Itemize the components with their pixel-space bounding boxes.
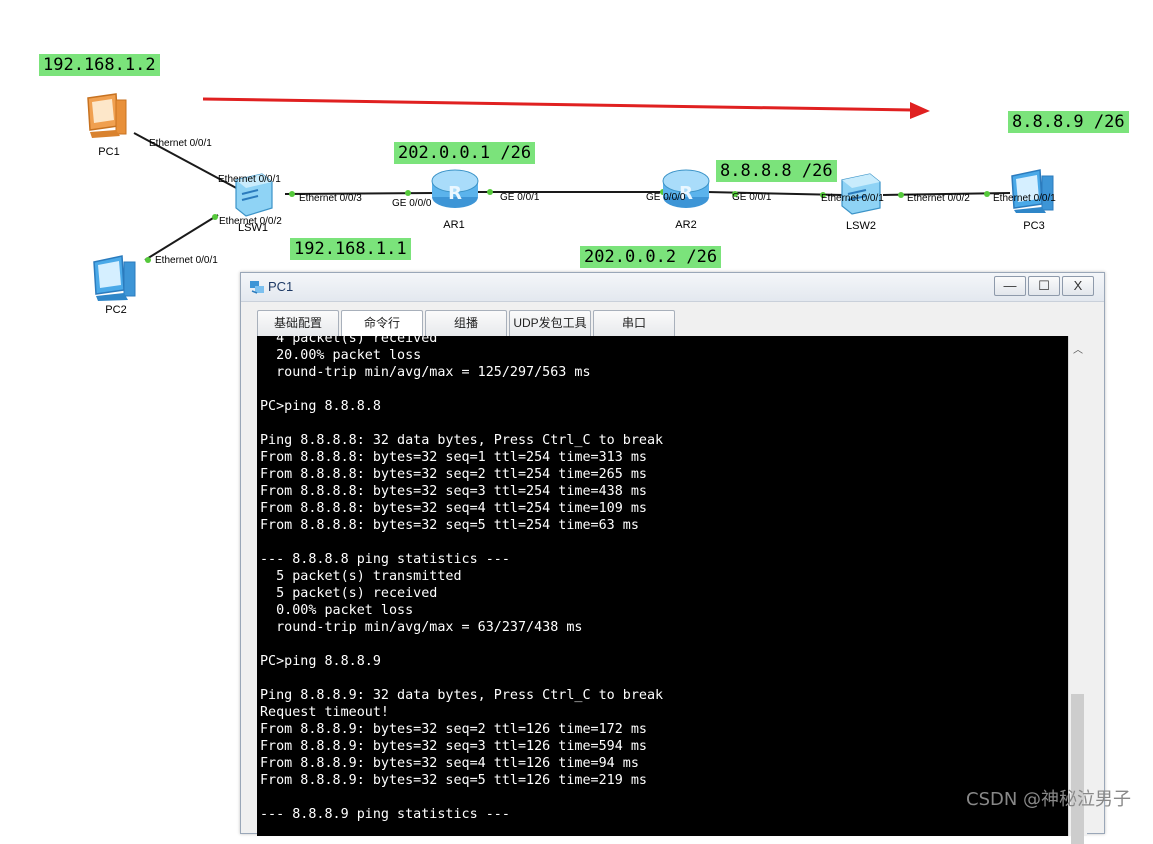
link-dot (212, 214, 218, 220)
link-dot (289, 191, 295, 197)
pc1-label: PC1 (98, 146, 120, 158)
tab-command-line[interactable]: 命令行 (341, 310, 423, 336)
command-console[interactable]: 4 packet(s) received 20.00% packet loss … (257, 336, 1068, 836)
ip-label-pc3: 8.8.8.9 /26 (1008, 111, 1129, 133)
port-label: Ethernet 0/0/1 (993, 193, 1056, 204)
port-label: GE 0/0/0 (646, 192, 686, 203)
router-icon: R (431, 169, 479, 208)
ar1-label: AR1 (443, 219, 465, 231)
window-title: PC1 (268, 279, 294, 294)
pc-icon (93, 255, 136, 301)
watermark: CSDN @神秘泣男子 (966, 789, 1132, 810)
port-label: Ethernet 0/0/2 (219, 216, 282, 227)
port-label: Ethernet 0/0/3 (299, 193, 362, 204)
console-scrollbar[interactable]: ︿ (1068, 336, 1087, 844)
ip-label-ar2-right: 8.8.8.8 /26 (716, 160, 837, 182)
pc-icon (1011, 169, 1054, 213)
link-dot (898, 192, 904, 198)
port-label: Ethernet 0/0/1 (821, 193, 884, 204)
pc3-label: PC3 (1023, 220, 1045, 232)
tab-basic-config[interactable]: 基础配置 (257, 310, 339, 336)
ip-label-lsw1: 192.168.1.1 (290, 238, 411, 260)
maximize-button[interactable]: ☐ (1028, 276, 1060, 296)
pc-icon (87, 93, 127, 138)
lsw2-label: LSW2 (846, 220, 876, 232)
tab-serial[interactable]: 串口 (593, 310, 675, 336)
port-label: Ethernet 0/0/1 (218, 174, 281, 185)
ip-label-ar2-left: 202.0.0.2 /26 (580, 246, 722, 268)
ip-label-ar1: 202.0.0.1 /26 (394, 142, 536, 164)
pc2-label: PC2 (105, 304, 127, 316)
ip-label-pc1: 192.168.1.2 (39, 54, 160, 76)
port-label: Ethernet 0/0/2 (907, 193, 970, 204)
router-icon: R (662, 169, 710, 208)
minimize-button[interactable]: — (994, 276, 1026, 296)
app-icon (249, 279, 265, 300)
pc1-device[interactable] (82, 92, 130, 140)
pc3-device[interactable] (1008, 166, 1060, 214)
ar1-device[interactable]: R (430, 167, 480, 211)
link-pc2-lsw1 (144, 214, 219, 261)
port-label: GE 0/0/1 (500, 192, 540, 203)
scroll-up-icon[interactable]: ︿ (1073, 341, 1083, 356)
port-label: GE 0/0/0 (392, 198, 432, 209)
close-button[interactable]: X (1062, 276, 1094, 296)
svg-text:R: R (448, 183, 462, 204)
port-label: Ethernet 0/0/1 (149, 138, 212, 149)
console-output: 4 packet(s) received 20.00% packet loss … (260, 336, 664, 822)
pc1-window: PC1 — ☐ X 基础配置 命令行 组播 UDP发包工具 串口 4 packe… (240, 272, 1105, 844)
pc2-device[interactable] (90, 252, 140, 302)
port-label: Ethernet 0/0/1 (155, 255, 218, 266)
ar2-device[interactable]: R (661, 167, 711, 211)
link-dot (405, 190, 411, 196)
link-dot (145, 257, 151, 263)
window-titlebar[interactable]: PC1 — ☐ X (241, 273, 1104, 302)
port-label: GE 0/0/1 (732, 192, 772, 203)
ar2-label: AR2 (675, 219, 697, 231)
direction-arrow (202, 97, 930, 119)
tab-udp-tool[interactable]: UDP发包工具 (509, 310, 591, 336)
tab-multicast[interactable]: 组播 (425, 310, 507, 336)
link-dot (984, 191, 990, 197)
scrollbar-thumb[interactable] (1071, 694, 1084, 844)
link-dot (487, 189, 493, 195)
